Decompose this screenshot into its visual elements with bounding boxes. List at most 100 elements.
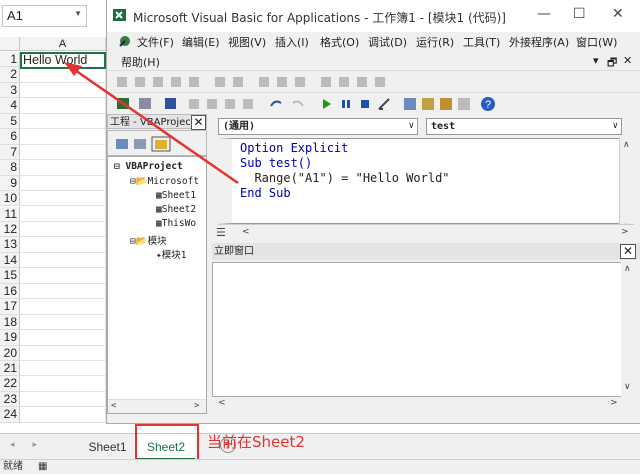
cell[interactable] bbox=[20, 407, 106, 423]
cell[interactable] bbox=[20, 361, 106, 377]
code-line[interactable]: Option Explicit bbox=[240, 141, 625, 156]
tab-sheet1[interactable]: Sheet1 bbox=[80, 434, 135, 460]
cell[interactable] bbox=[20, 237, 106, 253]
code-hscroll[interactable]: ☰ < > bbox=[216, 224, 634, 239]
tree-module1[interactable]: ✦模块1 bbox=[156, 247, 186, 261]
cell[interactable] bbox=[20, 268, 106, 284]
cell[interactable] bbox=[20, 252, 106, 269]
row-header[interactable]: 21 bbox=[0, 361, 20, 377]
row-header[interactable]: 14 bbox=[0, 252, 20, 269]
cell[interactable] bbox=[20, 206, 106, 222]
cell[interactable] bbox=[20, 82, 106, 99]
code-line[interactable]: Range("A1") = "Hello World" bbox=[240, 171, 625, 186]
row-header[interactable]: 8 bbox=[0, 160, 20, 176]
tree-vbaproject[interactable]: ⊟ VBAProject bbox=[114, 161, 183, 172]
cell[interactable] bbox=[20, 283, 106, 300]
chevron-down-icon[interactable]: ▼ bbox=[74, 9, 82, 18]
help-icon[interactable]: ? bbox=[480, 96, 496, 112]
design-mode-icon[interactable] bbox=[377, 97, 391, 111]
row-header[interactable]: 3 bbox=[0, 82, 20, 99]
menu-run[interactable]: 运行(R) bbox=[416, 34, 454, 50]
sheet-nav-icons[interactable]: ◂▸ bbox=[10, 440, 55, 450]
cell[interactable] bbox=[20, 221, 106, 238]
cell[interactable] bbox=[20, 67, 106, 83]
row-header[interactable]: 18 bbox=[0, 314, 20, 331]
scroll-right-icon[interactable]: > bbox=[194, 401, 199, 411]
scroll-right-icon[interactable]: > bbox=[621, 227, 629, 237]
minimize-icon[interactable]: — bbox=[537, 6, 551, 22]
immediate-hscroll[interactable]: < > bbox=[212, 397, 636, 412]
menu-insert[interactable]: 插入(I) bbox=[275, 34, 309, 50]
menu-debug[interactable]: 调试(D) bbox=[368, 34, 407, 50]
maximize-icon[interactable]: ☐ bbox=[573, 6, 586, 22]
cell[interactable] bbox=[20, 98, 106, 114]
view-code-icons[interactable] bbox=[114, 136, 184, 152]
scroll-down-icon[interactable]: ∨ bbox=[624, 382, 631, 392]
cell[interactable] bbox=[20, 345, 106, 361]
row-header[interactable]: 11 bbox=[0, 206, 20, 222]
select-all-corner[interactable] bbox=[0, 37, 20, 51]
row-header[interactable]: 16 bbox=[0, 283, 20, 300]
scroll-left-icon[interactable]: < bbox=[218, 398, 226, 408]
immediate-window[interactable] bbox=[212, 262, 622, 397]
tree-microsoft-objects[interactable]: ⊟📂Microsoft bbox=[130, 176, 199, 187]
name-box[interactable]: A1 ▼ bbox=[2, 5, 87, 27]
cell[interactable] bbox=[20, 113, 106, 130]
mdi-minimize-icon[interactable]: ▾ bbox=[593, 54, 599, 67]
scroll-left-icon[interactable]: < bbox=[111, 401, 116, 411]
cell[interactable] bbox=[20, 376, 106, 392]
stop-icon[interactable] bbox=[358, 97, 372, 111]
object-combo[interactable]: (通用) ∨ bbox=[218, 118, 418, 135]
cell[interactable] bbox=[20, 175, 106, 192]
menu-format[interactable]: 格式(O) bbox=[320, 34, 359, 50]
close-icon[interactable]: ✕ bbox=[612, 6, 624, 22]
close-icon[interactable]: ✕ bbox=[620, 244, 636, 259]
row-header[interactable]: 24 bbox=[0, 407, 20, 423]
column-header-a[interactable]: A bbox=[20, 37, 106, 51]
tree-sheet1[interactable]: ▦Sheet1 bbox=[156, 190, 196, 201]
scroll-up-icon[interactable]: ∧ bbox=[624, 264, 631, 274]
cell[interactable] bbox=[20, 144, 106, 161]
procedure-combo[interactable]: test ∨ bbox=[426, 118, 622, 135]
run-icon[interactable] bbox=[320, 97, 334, 111]
vba-menu-icon[interactable] bbox=[117, 33, 133, 49]
menu-view[interactable]: 视图(V) bbox=[228, 34, 266, 50]
row-header[interactable]: 6 bbox=[0, 129, 20, 145]
row-header[interactable]: 10 bbox=[0, 191, 20, 207]
row-header[interactable]: 4 bbox=[0, 98, 20, 114]
code-vscroll[interactable]: ∧ ∨ bbox=[619, 138, 634, 238]
menu-edit[interactable]: 编辑(E) bbox=[182, 34, 220, 50]
code-line[interactable]: End Sub bbox=[240, 186, 625, 201]
project-hscroll[interactable]: < > bbox=[108, 399, 206, 413]
row-header[interactable]: 5 bbox=[0, 113, 20, 130]
cell[interactable] bbox=[20, 391, 106, 408]
scroll-left-icon[interactable]: < bbox=[242, 227, 250, 237]
row-header[interactable]: 2 bbox=[0, 67, 20, 83]
tree-sheet2[interactable]: ▦Sheet2 bbox=[156, 204, 196, 215]
row-header[interactable]: 9 bbox=[0, 175, 20, 192]
cell[interactable] bbox=[20, 129, 106, 145]
mdi-close-icon[interactable]: ✕ bbox=[623, 54, 632, 67]
row-header[interactable]: 19 bbox=[0, 330, 20, 346]
scroll-up-icon[interactable]: ∧ bbox=[623, 140, 630, 150]
row-header[interactable]: 7 bbox=[0, 144, 20, 161]
menu-file[interactable]: 文件(F) bbox=[137, 34, 174, 50]
code-line[interactable]: Sub test() bbox=[240, 156, 625, 171]
procedure-view-icon[interactable]: ☰ bbox=[216, 226, 226, 239]
row-header[interactable]: 13 bbox=[0, 237, 20, 253]
cell[interactable] bbox=[20, 314, 106, 331]
row-header[interactable]: 22 bbox=[0, 376, 20, 392]
menu-addins[interactable]: 外接程序(A) bbox=[509, 34, 569, 50]
expander-icon[interactable]: ⊟ bbox=[114, 161, 120, 172]
row-header[interactable]: 23 bbox=[0, 391, 20, 408]
chevron-down-icon[interactable]: ∨ bbox=[613, 119, 618, 134]
cell[interactable] bbox=[20, 299, 106, 315]
cell[interactable] bbox=[20, 330, 106, 346]
menu-tools[interactable]: 工具(T) bbox=[463, 34, 500, 50]
menu-help[interactable]: 帮助(H) bbox=[121, 54, 160, 70]
close-icon[interactable]: ✕ bbox=[191, 115, 206, 130]
menu-window[interactable]: 窗口(W) bbox=[576, 34, 617, 50]
row-header[interactable]: 20 bbox=[0, 345, 20, 361]
immediate-vscroll[interactable]: ∧ ∨ bbox=[621, 262, 636, 397]
code-editor[interactable]: Option Explicit Sub test() Range("A1") =… bbox=[218, 138, 634, 224]
